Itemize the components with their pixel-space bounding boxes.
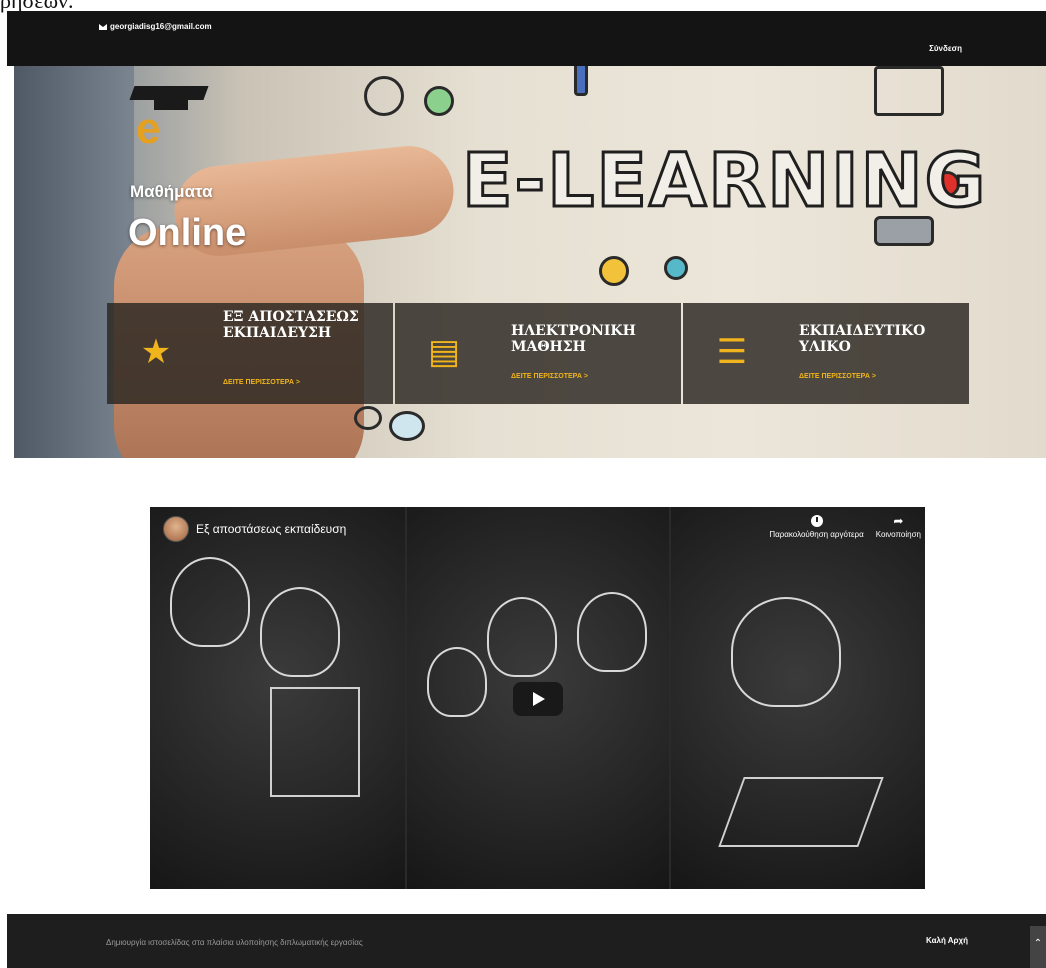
logo-letter-e: e xyxy=(136,104,161,153)
mortarboard-icon xyxy=(129,86,209,100)
video-actions: Παρακολούθηση αργότερα ➦ Κοινοποίηση xyxy=(769,515,921,539)
medal-icon xyxy=(599,256,629,286)
laurel-star-icon: ★ xyxy=(140,333,172,371)
channel-avatar[interactable] xyxy=(163,516,189,542)
doodle-circle xyxy=(664,256,688,280)
video-player[interactable]: Εξ αποστάσεως εκπαίδευση Παρακολούθηση α… xyxy=(150,507,925,889)
feature-card-distance-education[interactable]: ★ ΕΞ ΑΠΟΣΤΑΣΕΩΣ ΕΚΠΑΙΔΕΥΣΗ ΔΕΙΤΕ ΠΕΡΙΣΣΟ… xyxy=(107,303,393,404)
doodle-frame xyxy=(874,66,944,116)
chalk-figure xyxy=(487,597,557,677)
chalk-paper xyxy=(718,777,884,847)
share-button[interactable]: ➦ Κοινοποίηση xyxy=(876,515,921,539)
chalk-figure xyxy=(427,647,487,717)
feature-card-e-learning[interactable]: ▤ ΗΛΕΚΤΡΟΝΙΚΗ ΜΑΘΗΣΗ ΔΕΙΤΕ ΠΕΡΙΣΣΟΤΕΡΑ > xyxy=(395,303,681,404)
chevron-up-icon: ⌃ xyxy=(1033,938,1043,949)
email-text: georgiadisg16@gmail.com xyxy=(110,22,212,31)
watch-later-label: Παρακολούθηση αργότερα xyxy=(769,530,864,539)
video-panel xyxy=(150,507,405,889)
doodle-circle xyxy=(364,76,404,116)
chalk-figure xyxy=(260,587,340,677)
share-icon: ➦ xyxy=(893,514,904,528)
chalk-figure xyxy=(577,592,647,672)
feature-card-educational-material[interactable]: ☰ ΕΚΠΑΙΔΕΥΤΙΚΟ ΥΛΙΚΟ ΔΕΙΤΕ ΠΕΡΙΣΣΟΤΕΡΑ > xyxy=(683,303,969,404)
feature-cards: ★ ΕΞ ΑΠΟΣΤΑΣΕΩΣ ΕΚΠΑΙΔΕΥΣΗ ΔΕΙΤΕ ΠΕΡΙΣΣΟ… xyxy=(107,303,969,404)
page: ρήσεων. georgiadisg16@gmail.com Σύνδεση … xyxy=(0,0,1046,968)
footer-credit: Δημιουργία ιστοσελίδας στα πλαίσια υλοπο… xyxy=(106,938,363,947)
hero-subtitle: Μαθήματα xyxy=(130,182,213,201)
footer-home-link[interactable]: Καλή Αρχή xyxy=(926,936,968,945)
doodle-pin xyxy=(574,66,588,96)
chalk-figure xyxy=(170,557,250,647)
clock-icon xyxy=(810,515,823,527)
hero-headline: Online xyxy=(128,212,247,254)
share-label: Κοινοποίηση xyxy=(875,530,921,539)
footer: Δημιουργία ιστοσελίδας στα πλαίσια υλοπο… xyxy=(7,914,1046,968)
card-more-link[interactable]: ΔΕΙΤΕ ΠΕΡΙΣΣΟΤΕΡΑ > xyxy=(799,373,876,380)
video-title[interactable]: Εξ αποστάσεως εκπαίδευση xyxy=(196,522,346,536)
video-panel xyxy=(671,507,925,889)
watch-later-button[interactable]: Παρακολούθηση αργότερα xyxy=(769,515,864,539)
hero-banner: E-LEARNING e Μαθήματα Online ★ ΕΞ ΑΠΟΣΤΑ… xyxy=(14,66,1046,458)
open-book-icon: ▤ xyxy=(427,333,461,371)
top-bar: georgiadisg16@gmail.com Σύνδεση xyxy=(7,11,1046,66)
speech-bubble-icon xyxy=(389,411,425,441)
card-title: ΗΛΕΚΤΡΟΝΙΚΗ ΜΑΘΗΣΗ xyxy=(511,323,636,355)
login-link[interactable]: Σύνδεση xyxy=(929,44,962,53)
chalk-figure xyxy=(731,597,841,707)
card-more-link[interactable]: ΔΕΙΤΕ ΠΕΡΙΣΣΟΤΕΡΑ > xyxy=(511,373,588,380)
card-more-link[interactable]: ΔΕΙΤΕ ΠΕΡΙΣΣΟΤΕΡΑ > xyxy=(223,379,300,386)
contact-email[interactable]: georgiadisg16@gmail.com xyxy=(99,22,212,31)
card-title: ΕΚΠΑΙΔΕΥΤΙΚΟ ΥΛΙΚΟ xyxy=(799,323,926,355)
site-logo[interactable]: e xyxy=(129,86,209,153)
card-title: ΕΞ ΑΠΟΣΤΑΣΕΩΣ ΕΚΠΑΙΔΕΥΣΗ xyxy=(223,309,359,341)
speech-bubble-icon xyxy=(354,406,382,430)
books-stack-icon: ☰ xyxy=(716,333,748,371)
envelope-icon xyxy=(99,23,107,30)
scroll-to-top-button[interactable]: ⌃ xyxy=(1030,926,1046,968)
play-button[interactable] xyxy=(513,682,563,716)
chalk-book xyxy=(270,687,360,797)
hero-image-title: E-LEARNING xyxy=(460,137,988,226)
doodle-circle xyxy=(424,86,454,116)
